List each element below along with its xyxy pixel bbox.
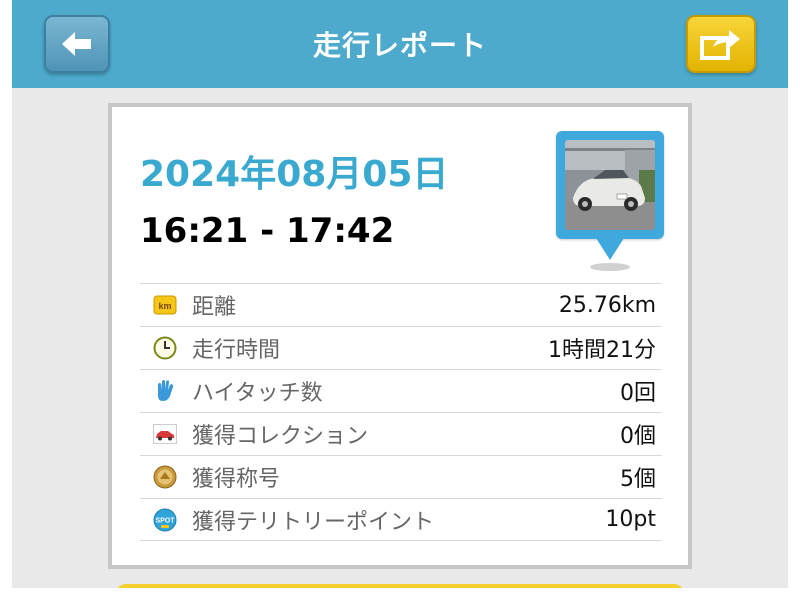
pin-shadow	[590, 263, 630, 271]
pin-tail	[596, 238, 624, 260]
share-button[interactable]	[686, 15, 756, 73]
hand-icon	[158, 380, 174, 401]
stat-value: 1時間21分	[548, 338, 656, 363]
km-icon: km	[153, 295, 177, 315]
medal-icon	[153, 465, 177, 489]
car-photo-pin[interactable]	[556, 131, 664, 271]
stat-value: 5個	[620, 467, 656, 492]
stat-label: ハイタッチ数	[192, 381, 323, 406]
car-photo	[565, 140, 655, 230]
stat-row-high-touch: ハイタッチ数 0回	[140, 369, 662, 412]
report-date: 2024年08月05日	[140, 154, 449, 195]
spot-icon: SPOT	[153, 508, 177, 531]
stat-row-titles: 獲得称号 5個	[140, 455, 662, 498]
stat-value: 0個	[620, 424, 656, 449]
bottom-action-button[interactable]	[116, 584, 684, 588]
app-header: 走行レポート	[12, 0, 788, 88]
back-arrow-icon	[62, 32, 91, 56]
stat-row-drive-time: 走行時間 1時間21分	[140, 326, 662, 369]
stat-value: 10pt	[605, 507, 656, 532]
stats-list: km 距離 25.76km 走行時間 1時間21分 ハイタッチ数 0回 獲得コレ…	[140, 283, 662, 541]
clock-icon	[153, 336, 177, 360]
car-collection-icon	[153, 424, 177, 444]
report-card: 2024年08月05日 16:21 - 17:42 km 距離 25.76km …	[108, 103, 692, 569]
svg-text:km: km	[158, 301, 171, 311]
stat-label: 距離	[192, 295, 237, 320]
stat-row-territory: SPOT 獲得テリトリーポイント 10pt	[140, 498, 662, 541]
stat-row-distance: km 距離 25.76km	[140, 283, 662, 326]
stat-label: 走行時間	[192, 338, 281, 363]
stat-value: 0回	[620, 381, 656, 406]
svg-text:SPOT: SPOT	[155, 517, 175, 524]
stat-label: 獲得コレクション	[192, 424, 369, 449]
screen: 走行レポート 2024年08月05日 16:21 - 17:42 km 距離 2…	[12, 0, 788, 588]
stat-label: 獲得称号	[192, 467, 281, 492]
page-title: 走行レポート	[312, 29, 487, 62]
back-button[interactable]	[44, 15, 110, 73]
stat-label: 獲得テリトリーポイント	[192, 509, 435, 535]
stat-row-collection: 獲得コレクション 0個	[140, 412, 662, 455]
share-icon	[700, 30, 740, 60]
report-time-range: 16:21 - 17:42	[140, 211, 395, 251]
stat-value: 25.76km	[558, 292, 656, 318]
